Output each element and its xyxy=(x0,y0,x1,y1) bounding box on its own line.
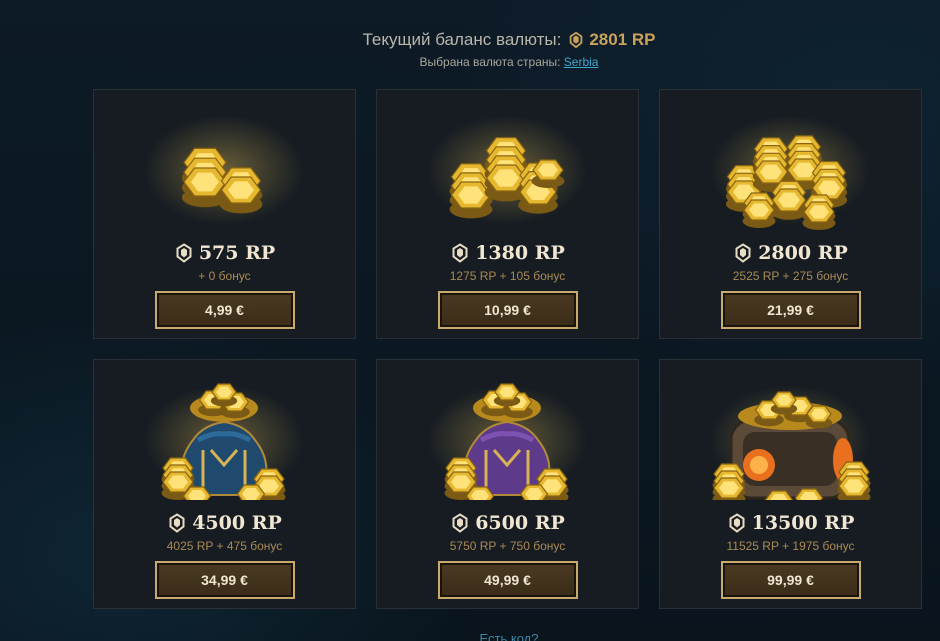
balance-value: 2801 RP xyxy=(589,30,656,49)
rp-amount: 4500 RP xyxy=(192,512,282,534)
rp-amount-row: 575 RP xyxy=(174,240,275,266)
rp-icon xyxy=(169,513,185,533)
coins-small-image xyxy=(93,100,356,230)
rp-amount-row: 6500 RP xyxy=(450,510,565,536)
balance-line: Текущий баланс валюты: 2801 RP xyxy=(78,28,940,52)
country-label: Выбрана валюта страны: xyxy=(419,55,561,69)
blue-bag-image xyxy=(93,370,356,500)
rp-icon xyxy=(729,513,745,533)
price-button[interactable]: 49,99 € xyxy=(437,561,578,599)
price-button[interactable]: 99,99 € xyxy=(720,561,861,599)
balance-label: Текущий баланс валюты: xyxy=(362,30,562,49)
have-code-link[interactable]: Есть код? xyxy=(0,631,940,641)
bundle-grid: 575 RP + 0 бонус 4,99 € 1380 RP 1275 RP … xyxy=(93,89,922,609)
rp-icon xyxy=(176,243,192,263)
price-button[interactable]: 21,99 € xyxy=(720,291,861,329)
rp-bundle-card-6[interactable]: 13500 RP 11525 RP + 1975 бонус 99,99 € xyxy=(659,359,922,609)
bonus-text: 2525 RP + 275 бонус xyxy=(732,269,849,283)
country-link[interactable]: Serbia xyxy=(564,55,599,69)
rp-icon xyxy=(452,513,468,533)
rp-amount: 1380 RP xyxy=(475,242,565,264)
price-button[interactable]: 34,99 € xyxy=(154,561,295,599)
country-line: Выбрана валюта страны: Serbia xyxy=(78,55,940,69)
store-page: Текущий баланс валюты: 2801 RP Выбрана в… xyxy=(0,0,940,641)
rp-icon xyxy=(570,31,583,49)
bonus-text: 11525 RP + 1975 бонус xyxy=(726,539,855,553)
rp-bundle-card-5[interactable]: 6500 RP 5750 RP + 750 бонус 49,99 € xyxy=(376,359,639,609)
price-button[interactable]: 4,99 € xyxy=(154,291,295,329)
rp-bundle-card-4[interactable]: 4500 RP 4025 RP + 475 бонус 34,99 € xyxy=(93,359,356,609)
balance-amount: 2801 RP xyxy=(567,30,656,50)
price-button[interactable]: 10,99 € xyxy=(437,291,578,329)
rp-bundle-card-1[interactable]: 575 RP + 0 бонус 4,99 € xyxy=(93,89,356,339)
treasure-chest-image xyxy=(659,370,922,500)
rp-amount: 575 RP xyxy=(198,242,276,264)
rp-amount: 6500 RP xyxy=(475,512,565,534)
rp-bundle-card-3[interactable]: 2800 RP 2525 RP + 275 бонус 21,99 € xyxy=(659,89,922,339)
rp-bundle-card-2[interactable]: 1380 RP 1275 RP + 105 бонус 10,99 € xyxy=(376,89,639,339)
rp-amount-row: 13500 RP xyxy=(727,510,855,536)
rp-amount: 2800 RP xyxy=(758,242,848,264)
bonus-text: 1275 RP + 105 бонус xyxy=(449,269,566,283)
bonus-text: 4025 RP + 475 бонус xyxy=(166,539,283,553)
rp-icon xyxy=(452,243,468,263)
rp-amount-row: 4500 RP xyxy=(167,510,282,536)
rp-amount-row: 2800 RP xyxy=(733,240,848,266)
coins-large-image xyxy=(659,100,922,230)
rp-amount-row: 1380 RP xyxy=(450,240,565,266)
bonus-text: 5750 RP + 750 бонус xyxy=(449,539,566,553)
rp-icon xyxy=(735,243,751,263)
coins-medium-image xyxy=(376,100,639,230)
bonus-text: + 0 бонус xyxy=(198,269,251,283)
balance-header: Текущий баланс валюты: 2801 RP Выбрана в… xyxy=(0,28,940,69)
rp-amount: 13500 RP xyxy=(751,512,855,534)
purple-bag-image xyxy=(376,370,639,500)
